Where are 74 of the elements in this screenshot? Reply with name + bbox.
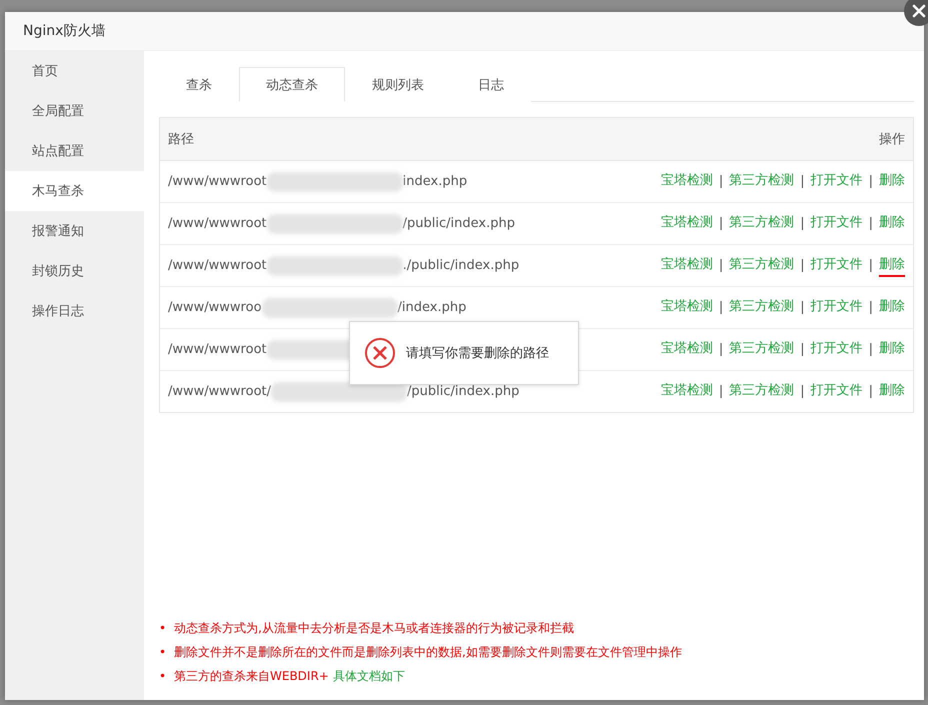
tab[interactable]: 动态查杀 (239, 67, 345, 102)
action-link[interactable]: 第三方检测 (729, 254, 794, 276)
action-link[interactable]: 删除 (879, 296, 905, 318)
path-text: /www/wwwroot (168, 342, 267, 357)
path-text: /www/wwwroot (168, 216, 267, 231)
note-text: 动态查杀方式为,从流量中去分析是否是木马或者连接器的行为被记录和拦截 (174, 620, 574, 637)
path-text: ./public/index.php (402, 258, 520, 273)
action-link[interactable]: 宝塔检测 (660, 296, 713, 318)
action-link[interactable]: 第三方检测 (729, 212, 794, 234)
action-link[interactable]: 删除 (879, 212, 905, 234)
column-header: 操作 (879, 131, 905, 148)
separator: | (868, 300, 873, 315)
path-text: /www/wwwroot/ (168, 384, 271, 399)
separator: | (868, 174, 873, 189)
separator: | (718, 384, 724, 399)
action-link[interactable]: 宝塔检测 (660, 380, 713, 402)
separator: | (718, 216, 724, 231)
separator: | (800, 258, 805, 273)
sidebar-item[interactable]: 首页 (5, 51, 144, 91)
bullet: • (159, 644, 168, 661)
note-text: 删除文件并不是删除所在的文件而是删除列表中的数据,如需要删除文件则需要在文件管理中操作 (174, 644, 682, 661)
separator: | (800, 300, 805, 315)
action-link[interactable]: 第三方检测 (729, 170, 794, 192)
sidebar-item[interactable]: 报警通知 (5, 211, 144, 251)
sidebar-item[interactable]: 操作日志 (5, 291, 144, 331)
path-text: index.php (402, 174, 468, 189)
path-text: /public/index.php (407, 384, 520, 399)
action-link[interactable]: 宝塔检测 (660, 338, 713, 360)
bullet: • (159, 620, 168, 637)
docs-link[interactable]: 具体文档如下 (332, 664, 405, 688)
bullet: • (159, 668, 168, 685)
action-link[interactable]: 打开文件 (810, 254, 863, 276)
window-title: Nginx防火墙 (23, 22, 106, 40)
sidebar-item[interactable]: 全局配置 (5, 91, 144, 131)
error-icon (364, 337, 396, 369)
sidebar-item[interactable]: 站点配置 (5, 131, 144, 171)
action-link[interactable]: 宝塔检测 (660, 212, 713, 234)
separator: | (800, 384, 805, 399)
separator: | (718, 342, 724, 357)
path-text: /www/wwwroot (168, 258, 267, 273)
action-link[interactable]: 第三方检测 (729, 338, 794, 360)
separator: | (868, 342, 873, 357)
action-link[interactable]: 宝塔检测 (660, 170, 713, 192)
separator: | (800, 342, 805, 357)
action-link[interactable]: 打开文件 (810, 212, 863, 234)
action-link[interactable]: 打开文件 (810, 338, 863, 360)
path-text: /www/wwwroo (168, 300, 262, 315)
path-text: /public/index.php (402, 216, 515, 231)
action-link[interactable]: 删除 (879, 380, 905, 402)
separator: | (868, 258, 873, 273)
action-link[interactable]: 打开文件 (810, 170, 863, 192)
action-link[interactable]: 删除 (879, 338, 905, 360)
note-text: 第三方的查杀来自WEBDIR+ (174, 668, 329, 685)
separator: | (718, 258, 724, 273)
separator: | (800, 174, 805, 189)
column-header: 路径 (168, 131, 194, 148)
action-link[interactable]: 宝塔检测 (660, 254, 713, 276)
action-link[interactable]: 删除 (879, 170, 905, 192)
action-link[interactable]: 第三方检测 (729, 380, 794, 402)
action-link[interactable]: 第三方检测 (729, 296, 794, 318)
separator: | (800, 216, 805, 231)
close-icon (912, 4, 926, 18)
sidebar-item[interactable]: 木马查杀 (5, 171, 144, 211)
separator: | (868, 384, 873, 399)
sidebar-item[interactable]: 封锁历史 (5, 251, 144, 291)
separator: | (718, 300, 724, 315)
path-text: /www/wwwroot (168, 174, 267, 189)
separator: | (868, 216, 873, 231)
separator: | (718, 174, 724, 189)
path-text: /index.php (398, 300, 466, 315)
action-link[interactable]: 打开文件 (810, 380, 863, 402)
action-link[interactable]: 打开文件 (810, 296, 863, 318)
action-link[interactable]: 删除 (879, 254, 905, 276)
toast-message: 请填写你需要删除的路径 (406, 345, 549, 362)
